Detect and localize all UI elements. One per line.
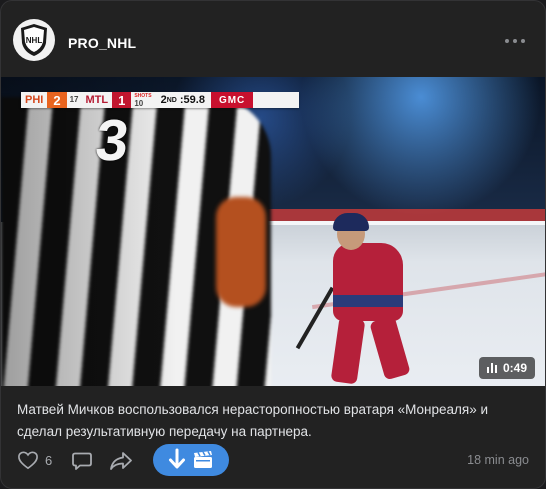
download-arrow-icon (169, 448, 185, 469)
video-duration-badge: 0:49 (478, 357, 535, 379)
share-button[interactable] (109, 450, 133, 477)
scorebug: PHI 2 17 MTL 1 SHOTS 10 2 ND :59.8 GMC (21, 92, 299, 108)
more-options-icon[interactable] (505, 35, 525, 47)
referee-armband (216, 197, 266, 307)
home-team-name: PHI (25, 94, 44, 106)
video-bars-icon (486, 363, 497, 373)
home-team-score: 2 (47, 92, 67, 108)
video-player[interactable]: 3 PHI 2 17 MTL 1 SHOTS 10 2 ND :59.8 GMC … (1, 77, 545, 386)
post-actions: 6 18 min ago (1, 441, 545, 481)
away-team-name: MTL (85, 94, 109, 106)
video-duration: 0:49 (502, 361, 527, 375)
home-shots: 17 (67, 92, 82, 108)
download-video-button[interactable] (153, 444, 229, 476)
post-card: NHL PRO_NHL 3 PHI 2 17 MTL 1 SHOTS 10 2 … (0, 0, 546, 489)
away-shots: SHOTS 10 (131, 92, 154, 108)
nhl-shield-logo-icon: NHL (21, 24, 47, 56)
share-icon (110, 452, 132, 470)
comment-button[interactable] (71, 451, 93, 476)
post-text: Матвей Мичков воспользовался нерасторопн… (17, 402, 489, 439)
like-count: 6 (45, 452, 53, 468)
game-clock: :59.8 (179, 94, 205, 106)
hockey-player-figure (295, 173, 453, 385)
clapperboard-icon (194, 451, 212, 468)
comment-icon (72, 452, 92, 470)
channel-avatar[interactable]: NHL (13, 19, 55, 61)
away-team-score: 1 (112, 92, 132, 108)
like-button[interactable]: 6 (17, 450, 52, 470)
home-shots-value: 17 (69, 95, 79, 104)
period-clock: 2 ND :59.8 (155, 92, 211, 108)
period-suffix: ND (166, 96, 177, 104)
post-header: NHL PRO_NHL (1, 1, 545, 77)
channel-name[interactable]: PRO_NHL (68, 35, 136, 51)
sponsor-logo: GMC (210, 92, 254, 108)
away-shots-value: 10 (134, 99, 144, 108)
heart-icon (18, 451, 38, 470)
post-timestamp: 18 min ago (467, 453, 529, 467)
svg-text:NHL: NHL (26, 36, 43, 45)
